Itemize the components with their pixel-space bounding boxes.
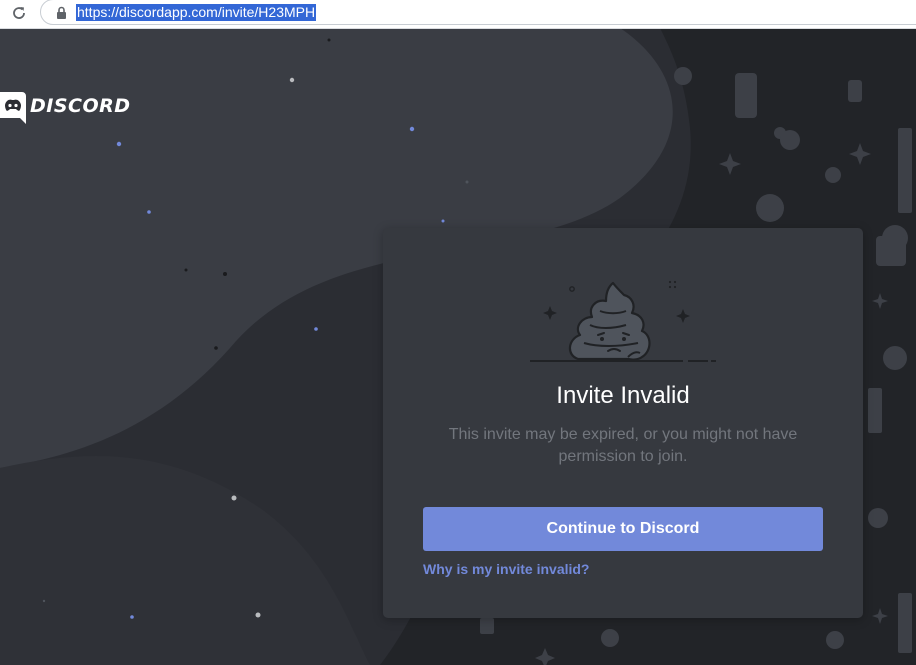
url-text[interactable]: https://discordapp.com/invite/H23MPH <box>76 3 317 21</box>
reload-icon <box>13 7 25 19</box>
poop-illustration <box>530 280 716 362</box>
reload-button[interactable] <box>8 2 30 24</box>
invite-subtitle: This invite may be expired, or you might… <box>448 426 798 465</box>
logo-wordmark: DISCORD <box>30 95 131 117</box>
continue-to-discord-button[interactable]: Continue to Discord <box>423 507 823 551</box>
why-invite-invalid-link[interactable]: Why is my invite invalid? <box>423 561 589 577</box>
lock-icon <box>55 5 67 19</box>
browser-toolbar: https://discordapp.com/invite/H23MPH <box>0 0 916 29</box>
discord-logo-icon <box>0 92 26 124</box>
discord-logo[interactable]: DISCORD <box>0 88 131 124</box>
invite-title: Invite Invalid <box>556 382 690 409</box>
page: https://discordapp.com/invite/H23MPH DIS… <box>0 0 916 665</box>
address-bar[interactable]: https://discordapp.com/invite/H23MPH <box>40 0 916 25</box>
invite-card: Invite Invalid This invite may be expire… <box>383 228 863 618</box>
